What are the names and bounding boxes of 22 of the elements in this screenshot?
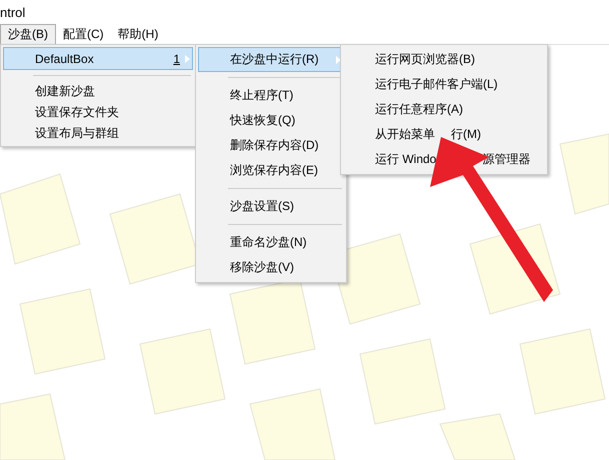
menu-item[interactable]: 终止程序(T) xyxy=(198,83,344,108)
menu-item-text[interactable]: 运行 Windo xyxy=(375,151,436,168)
window-title: ntrol xyxy=(0,4,26,20)
menu-item[interactable]: 快速恢复(Q) xyxy=(198,108,344,133)
menu-item[interactable]: 运行电子邮件客户端(L) xyxy=(343,72,545,97)
menu-item[interactable]: 帮助(H) xyxy=(110,24,166,44)
menu-item[interactable]: 删除保存内容(D) xyxy=(198,133,344,158)
menu-item[interactable]: 移除沙盘(V) xyxy=(198,255,344,280)
menu-item-text[interactable]: 行(M) xyxy=(451,126,481,143)
menu-item-text[interactable]: 从开始菜单 xyxy=(375,126,435,143)
menu-item[interactable]: DefaultBox 1 xyxy=(3,47,193,70)
menu-item[interactable]: 配置(C) xyxy=(56,24,111,44)
menu-item[interactable]: 沙盘(B) xyxy=(0,24,56,44)
menu-item[interactable]: 沙盘设置(S) xyxy=(198,194,344,219)
menu-item[interactable]: 运行任意程序(A) xyxy=(343,97,545,122)
shortcut-key: 1 xyxy=(173,52,180,66)
menu-item[interactable]: 设置布局与群组 xyxy=(3,123,193,144)
menu-item[interactable]: 浏览保存内容(E) xyxy=(198,158,344,183)
menu-item[interactable]: 重命名沙盘(N) xyxy=(198,230,344,255)
menu-item[interactable]: 创建新沙盘 xyxy=(3,81,193,102)
menu-item[interactable]: 设置保存文件夹 xyxy=(3,102,193,123)
menu-item[interactable]: 运行网页浏览器(B) xyxy=(343,47,545,72)
